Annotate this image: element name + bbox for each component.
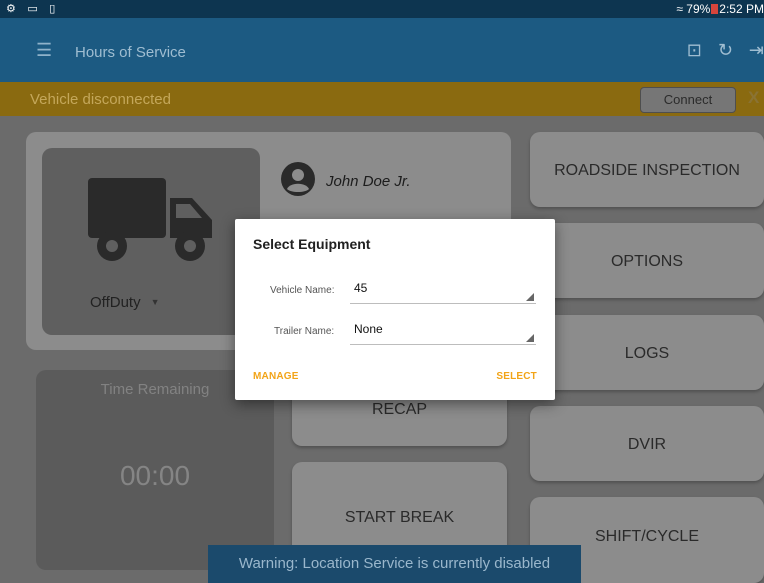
logs-button[interactable]: LOGS <box>530 315 764 390</box>
truck-icon <box>88 178 212 261</box>
notification-icons: ⚙ ▭ ▯ <box>6 2 60 15</box>
options-button[interactable]: OPTIONS <box>530 223 764 298</box>
clock-time: 2:52 PM <box>719 2 764 16</box>
banner-close-button[interactable]: X <box>748 88 759 108</box>
driver-name: John Doe Jr. <box>326 173 411 190</box>
dropdown-arrow-icon <box>526 334 534 342</box>
connect-button[interactable]: Connect <box>640 87 736 113</box>
vehicle-name-select[interactable]: 45 <box>350 279 536 304</box>
app-bar-actions: ⊡ ↻ ⇥ <box>671 40 764 61</box>
banner-message: Vehicle disconnected <box>30 91 171 108</box>
manage-button[interactable]: MANAGE <box>253 371 299 382</box>
trailer-name-select[interactable]: None <box>350 320 536 345</box>
duty-status-value: OffDuty <box>90 294 141 311</box>
driver-info: John Doe Jr. <box>280 161 411 202</box>
status-right: ≈ 79% 2:52 PM <box>676 2 764 16</box>
app-bar: ☰ Hours of Service ⊡ ↻ ⇥ <box>0 18 764 82</box>
vehicle-disconnected-banner: Vehicle disconnected Connect X <box>0 82 764 116</box>
roadside-inspection-button[interactable]: ROADSIDE INSPECTION <box>530 132 764 207</box>
select-button[interactable]: SELECT <box>496 371 537 382</box>
time-remaining-value: 00:00 <box>119 460 191 491</box>
refresh-icon[interactable]: ↻ <box>718 40 733 61</box>
time-remaining-card: Time Remaining 00:00 <box>36 370 274 570</box>
status-bar: ⚙ ▭ ▯ ≈ 79% 2:52 PM <box>0 0 764 18</box>
duty-status-dropdown[interactable]: OffDuty ▼ <box>90 294 160 311</box>
dialog-title: Select Equipment <box>253 236 371 252</box>
dropdown-arrow-icon: ▼ <box>150 297 160 307</box>
dvir-button[interactable]: DVIR <box>530 406 764 481</box>
wifi-icon: ≈ <box>676 2 683 16</box>
vehicle-name-value: 45 <box>354 281 368 295</box>
battery-icon <box>711 4 719 14</box>
hamburger-menu-icon[interactable]: ☰ <box>36 40 52 61</box>
trailer-name-label: Trailer Name: <box>274 326 335 337</box>
account-circle-icon <box>281 162 315 196</box>
battery-percent: 79% <box>686 2 711 16</box>
vehicle-name-label: Vehicle Name: <box>270 285 335 296</box>
page-title: Hours of Service <box>75 44 186 61</box>
select-equipment-dialog: Select Equipment Vehicle Name: 45 Traile… <box>235 219 555 400</box>
equipment-icon[interactable]: ⊡ <box>687 40 702 61</box>
trailer-name-value: None <box>354 322 383 336</box>
dropdown-arrow-icon <box>526 293 534 301</box>
location-warning-toast: Warning: Location Service is currently d… <box>208 545 581 583</box>
logout-icon[interactable]: ⇥ <box>749 40 764 61</box>
